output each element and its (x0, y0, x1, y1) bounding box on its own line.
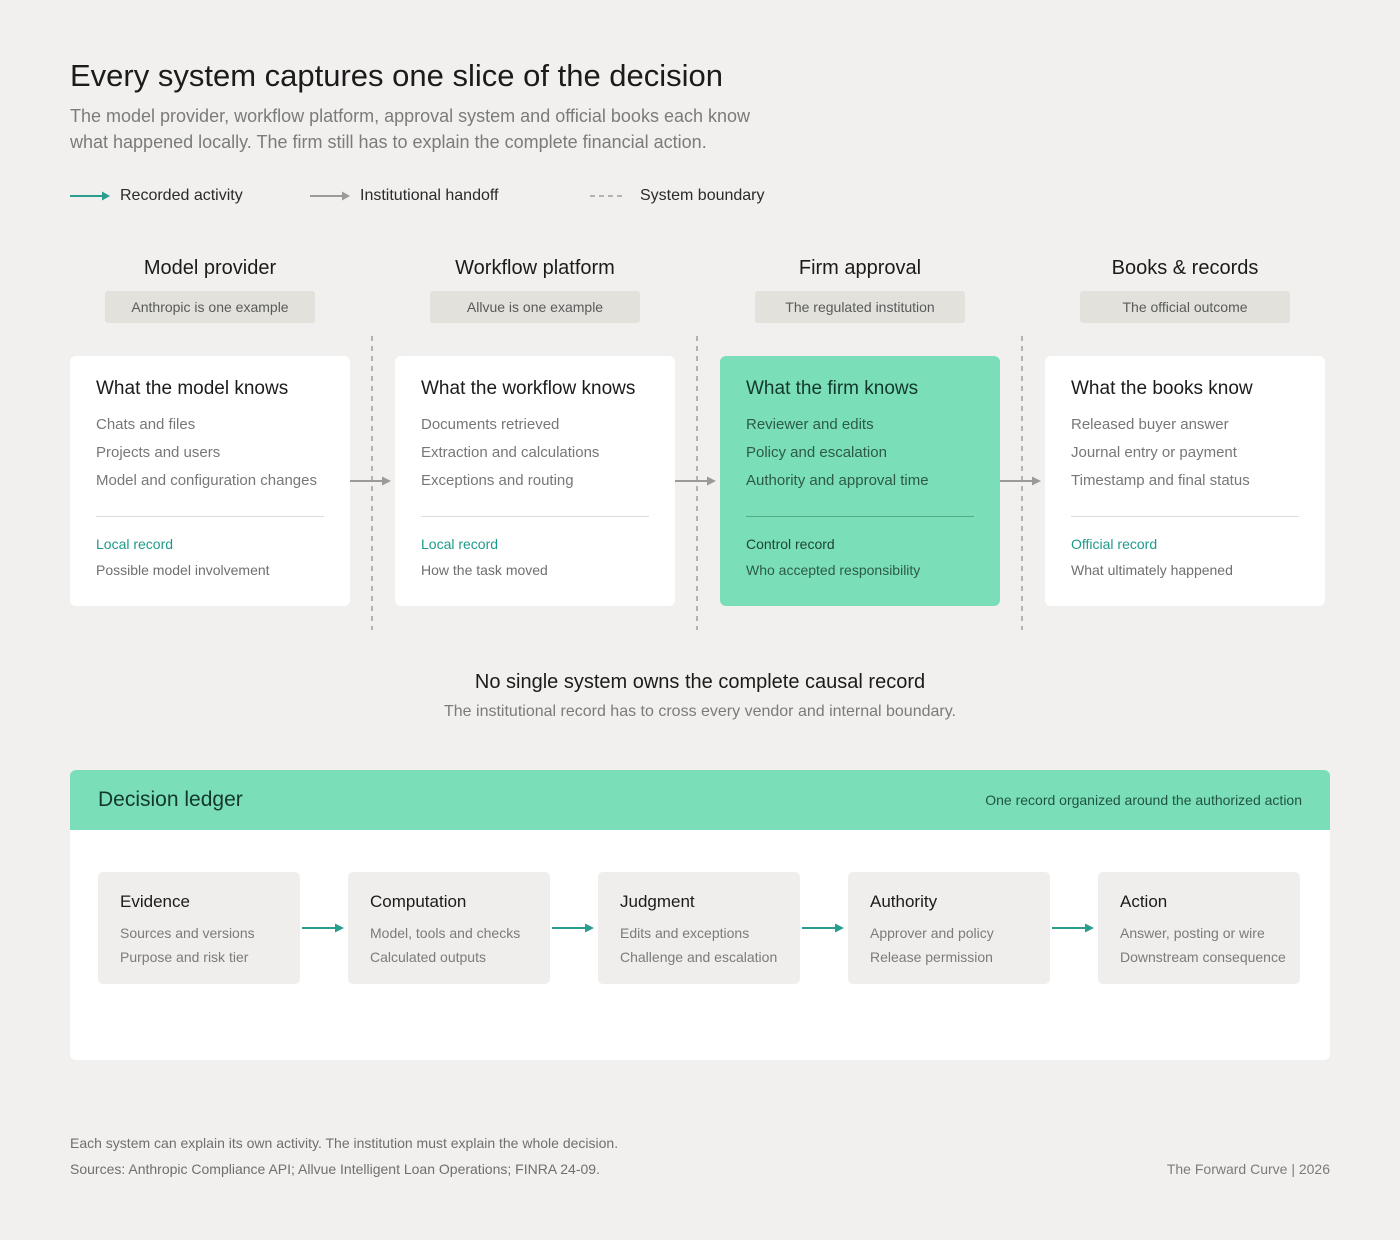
card-books-know: What the books know Released buyer answe… (1045, 356, 1325, 606)
card-item: Projects and users (96, 444, 221, 461)
card-item: Journal entry or payment (1071, 444, 1237, 461)
card-item: Released buyer answer (1071, 416, 1229, 433)
card-divider (1071, 516, 1299, 517)
record-label: Official record (1071, 536, 1158, 552)
ledger-note: One record organized around the authoriz… (985, 792, 1302, 808)
card-item: Model and configuration changes (96, 472, 317, 489)
record-label: Control record (746, 536, 835, 552)
record-description: What ultimately happened (1071, 562, 1233, 578)
card-item: Extraction and calculations (421, 444, 600, 461)
handoff-arrow-3 (1000, 476, 1041, 486)
card-item: Authority and approval time (746, 472, 929, 489)
card-divider (421, 516, 649, 517)
card-item: Exceptions and routing (421, 472, 574, 489)
card-divider (746, 516, 974, 517)
card-title: What the workflow knows (421, 378, 636, 399)
step-line: Purpose and risk tier (120, 949, 249, 965)
step-title: Judgment (620, 892, 695, 911)
teal-arrow-icon (302, 923, 344, 933)
card-title: What the firm knows (746, 378, 919, 399)
card-model-knows: What the model knows Chats and files Pro… (70, 356, 350, 606)
card-title: What the books know (1071, 378, 1253, 399)
card-item: Policy and escalation (746, 444, 887, 461)
card-item: Reviewer and edits (746, 416, 874, 433)
teal-arrow-icon (802, 923, 844, 933)
record-description: Who accepted responsibility (746, 562, 921, 578)
card-item: Documents retrieved (421, 416, 560, 433)
step-title: Evidence (120, 892, 190, 911)
record-description: How the task moved (421, 562, 548, 578)
step-line: Release permission (870, 949, 993, 965)
record-label: Local record (421, 536, 499, 552)
step-line: Calculated outputs (370, 949, 486, 965)
step-title: Computation (370, 892, 467, 911)
ledger-header: Decision ledger One record organized aro… (70, 770, 1330, 830)
card-divider (96, 516, 324, 517)
step-line: Challenge and escalation (620, 949, 778, 965)
card-item: Timestamp and final status (1071, 472, 1250, 489)
footer-note: Each system can explain its own activity… (70, 1135, 619, 1151)
footer-brand: The Forward Curve | 2026 (1166, 1161, 1330, 1177)
record-description: Possible model involvement (96, 562, 270, 578)
footer-sources: Sources: Anthropic Compliance API; Allvu… (70, 1161, 600, 1177)
step-title: Authority (870, 892, 938, 911)
teal-arrow-icon (1052, 923, 1094, 933)
ledger-flow-arrows (302, 923, 1094, 933)
ledger-title: Decision ledger (98, 788, 243, 811)
handoff-arrow-2 (675, 476, 716, 486)
card-firm-knows: What the firm knows Reviewer and edits P… (720, 356, 1000, 606)
card-item: Chats and files (96, 416, 196, 433)
card-workflow-knows: What the workflow knows Documents retrie… (395, 356, 675, 606)
record-label: Local record (96, 536, 174, 552)
handoff-arrow-1 (350, 476, 391, 486)
step-line: Downstream consequence (1120, 949, 1286, 965)
card-title: What the model knows (96, 378, 289, 399)
statement-title: No single system owns the complete causa… (474, 671, 926, 693)
teal-arrow-icon (552, 923, 594, 933)
statement-subtitle: The institutional record has to cross ev… (444, 703, 956, 720)
step-title: Action (1120, 892, 1168, 911)
decision-ledger: Decision ledger One record organized aro… (70, 770, 1330, 1060)
